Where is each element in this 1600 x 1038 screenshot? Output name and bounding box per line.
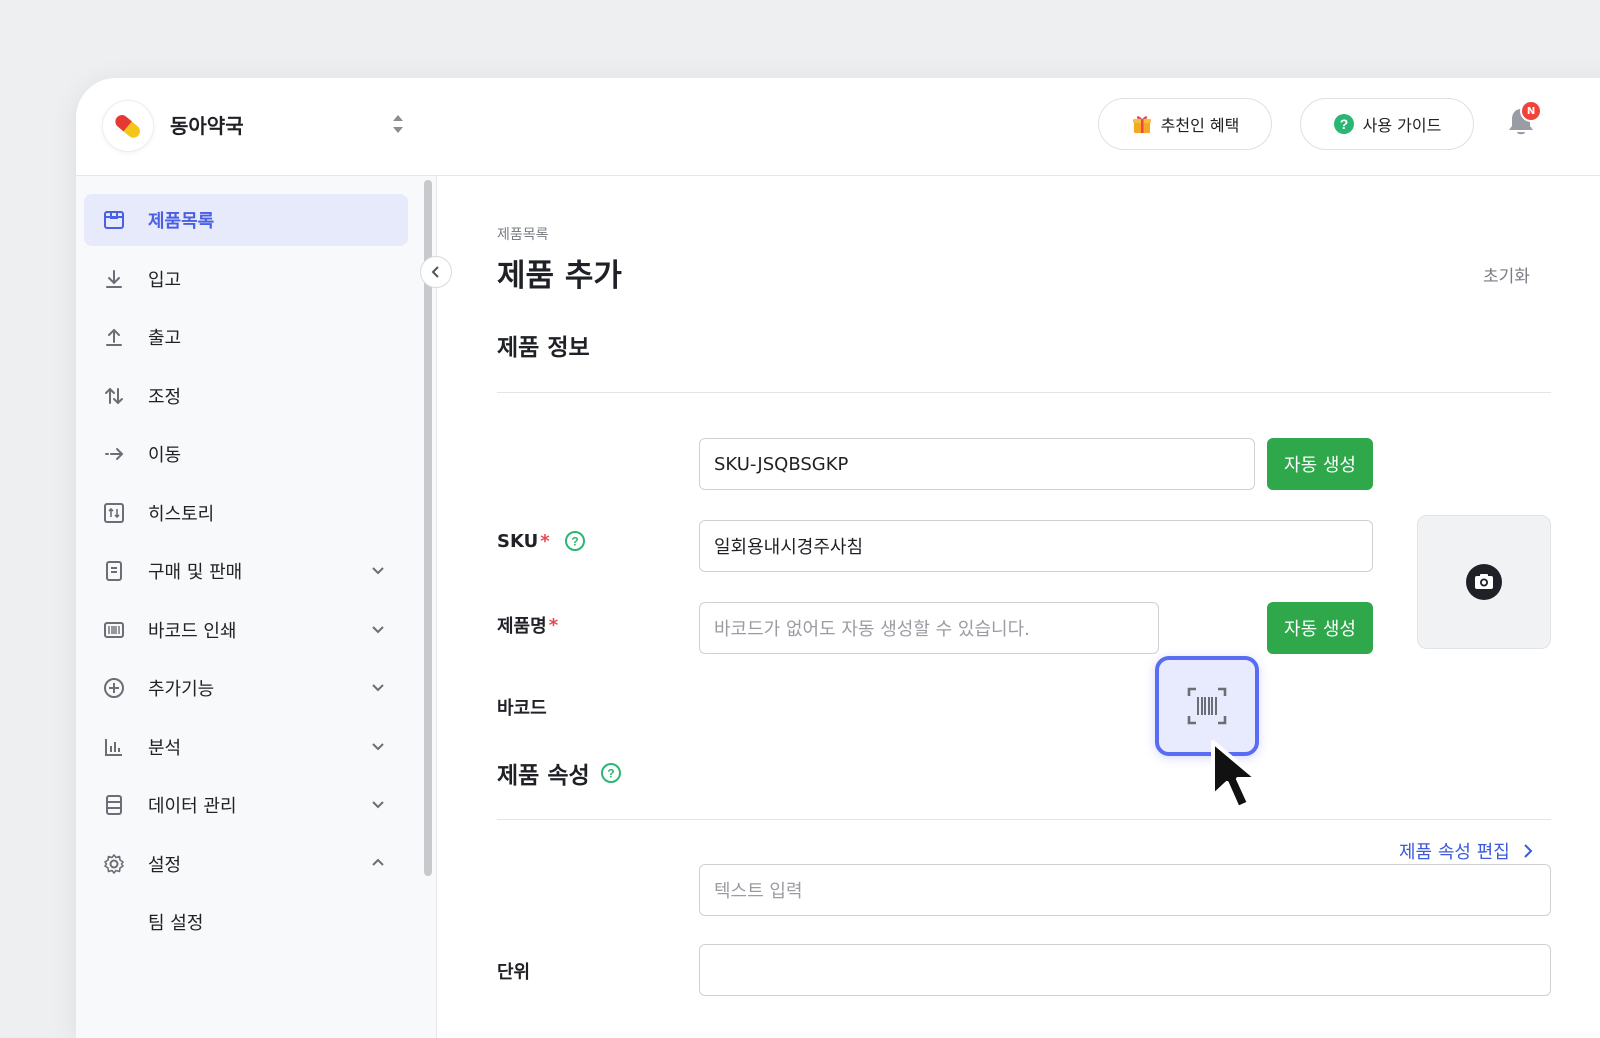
sidebar-item-settings[interactable]: 설정 xyxy=(84,838,408,890)
sidebar-item-transfer[interactable]: 이동 xyxy=(84,428,408,480)
company-logo xyxy=(102,100,154,152)
chevron-down-icon xyxy=(372,567,384,575)
barcode-input[interactable]: 바코드가 없어도 자동 생성할 수 있습니다. xyxy=(699,602,1159,654)
plus-circle-icon xyxy=(102,676,126,700)
swap-vertical-icon xyxy=(102,384,126,408)
workspace-switch-icon[interactable] xyxy=(390,112,406,136)
section-title-text: 제품 속성 xyxy=(497,763,590,789)
help-icon[interactable]: ? xyxy=(600,762,622,784)
sku-auto-generate-button[interactable]: 자동 생성 xyxy=(1267,438,1373,490)
sidebar-item-label: 설정 xyxy=(148,854,182,876)
unit-label: 단위 xyxy=(497,958,530,984)
sidebar-item-label: 추가기능 xyxy=(148,679,215,700)
barcode-label: 바코드 xyxy=(497,694,547,720)
user-guide-label: 사용 가이드 xyxy=(1362,116,1442,135)
sidebar: 제품목록 입고 출고 조정 이동 히스토리 구매 및 판매 바코드 인쇄 추가기… xyxy=(76,176,437,1038)
sku-input[interactable]: SKU-JSQBSGKP xyxy=(699,438,1255,490)
referral-benefit-label: 추천인 혜택 xyxy=(1160,116,1240,135)
sidebar-item-analytics[interactable]: 분석 xyxy=(84,721,408,773)
history-icon xyxy=(102,501,126,525)
chevron-down-icon xyxy=(372,625,384,633)
sidebar-item-inbound[interactable]: 입고 xyxy=(84,253,408,305)
sidebar-item-purchase-sales[interactable]: 구매 및 판매 xyxy=(84,545,408,597)
unit-input[interactable]: 텍스트 입력 xyxy=(699,864,1551,916)
barcode-icon xyxy=(102,618,126,642)
chevron-up-icon xyxy=(372,858,384,866)
sidebar-item-history[interactable]: 히스토리 xyxy=(84,487,408,539)
section-title-text: 제품 정보 xyxy=(497,335,590,361)
sku-label-text: SKU xyxy=(497,530,539,552)
sidebar-item-label: 조정 xyxy=(148,386,182,408)
breadcrumb[interactable]: 제품목록 xyxy=(497,224,549,244)
barcode-scan-icon xyxy=(1187,687,1227,725)
svg-text:?: ? xyxy=(1339,116,1348,132)
gift-icon xyxy=(1132,116,1151,133)
product-name-input[interactable]: 일회용내시경주사침 xyxy=(699,520,1373,572)
notification-badge: N xyxy=(1520,100,1542,122)
edit-attributes-link[interactable]: 제품 속성 편집 xyxy=(1399,838,1534,864)
reset-button[interactable]: 초기화 xyxy=(1483,262,1530,287)
document-icon xyxy=(102,559,126,583)
required-mark: * xyxy=(540,530,550,552)
box-icon xyxy=(102,208,126,232)
sidebar-item-label: 제품목록 xyxy=(148,211,215,232)
sidebar-item-label: 출고 xyxy=(148,328,182,349)
required-mark: * xyxy=(548,614,559,636)
chevron-down-icon xyxy=(372,742,384,750)
main-content: 제품목록 제품 추가 초기화 제품 정보 SKU * ? SKU-JSQBSGKP… xyxy=(437,176,1600,1038)
sidebar-item-products[interactable]: 제품목록 xyxy=(84,194,408,246)
top-header: 동아약국 추천인 혜택 ? 사용 가이드 N xyxy=(76,78,1600,176)
pill-logo-icon xyxy=(115,115,140,138)
svg-text:?: ? xyxy=(607,767,614,781)
referral-benefit-button[interactable]: 추천인 혜택 xyxy=(1098,98,1272,150)
product-name-label: 제품명 * xyxy=(497,612,558,638)
arrow-right-icon xyxy=(102,442,126,466)
app-window: 동아약국 추천인 혜택 ? 사용 가이드 N 제품목록 입고 출고 조정 이동 … xyxy=(76,78,1600,1038)
product-name-label-text: 제품명 xyxy=(497,616,547,637)
unit-label-text: 단위 xyxy=(497,962,531,983)
edit-attributes-label: 제품 속성 편집 xyxy=(1399,842,1510,863)
sidebar-collapse-button[interactable] xyxy=(420,256,452,288)
sidebar-item-outbound[interactable]: 출고 xyxy=(84,311,408,363)
sidebar-item-label: 구매 및 판매 xyxy=(148,562,243,583)
bar-chart-icon xyxy=(102,735,126,759)
sidebar-item-label: 분석 xyxy=(148,737,182,759)
camera-icon xyxy=(1466,564,1502,600)
arrow-down-icon xyxy=(102,267,126,291)
database-icon xyxy=(102,793,126,817)
chevron-down-icon xyxy=(372,801,384,809)
barcode-auto-generate-button[interactable]: 자동 생성 xyxy=(1267,602,1373,654)
help-circle-icon: ? xyxy=(1333,114,1354,134)
next-attribute-input[interactable] xyxy=(699,944,1551,996)
attributes-section-title: 제품 속성 ? xyxy=(497,756,622,790)
sidebar-item-adjust[interactable]: 조정 xyxy=(84,370,408,422)
section-divider xyxy=(497,819,1551,820)
sidebar-item-label: 히스토리 xyxy=(148,503,215,525)
sidebar-item-label: 입고 xyxy=(148,269,182,291)
svg-text:?: ? xyxy=(571,535,578,549)
arrow-up-icon xyxy=(102,325,126,349)
chevron-left-icon xyxy=(431,266,439,278)
company-name: 동아약국 xyxy=(170,114,244,138)
mouse-cursor-icon xyxy=(1211,740,1259,810)
sidebar-nav: 제품목록 입고 출고 조정 이동 히스토리 구매 및 판매 바코드 인쇄 추가기… xyxy=(84,194,408,948)
chevron-down-icon xyxy=(372,684,384,692)
sidebar-item-barcode-print[interactable]: 바코드 인쇄 xyxy=(84,604,408,656)
help-icon[interactable]: ? xyxy=(564,530,586,552)
sku-label: SKU * ? xyxy=(497,530,586,552)
sidebar-item-label: 이동 xyxy=(148,445,182,466)
sidebar-item-add-ons[interactable]: 추가기능 xyxy=(84,662,408,714)
sidebar-item-label: 데이터 관리 xyxy=(148,796,237,817)
product-photo-upload[interactable] xyxy=(1417,515,1551,649)
sidebar-subitem-team-settings[interactable]: 팀 설정 xyxy=(84,896,408,948)
sidebar-item-data-management[interactable]: 데이터 관리 xyxy=(84,779,408,831)
product-info-section-title: 제품 정보 xyxy=(497,328,590,362)
section-divider xyxy=(497,392,1551,393)
barcode-label-text: 바코드 xyxy=(497,698,547,719)
chevron-right-icon xyxy=(1524,844,1533,858)
sidebar-item-label: 바코드 인쇄 xyxy=(148,620,237,642)
gear-icon xyxy=(102,852,126,876)
user-guide-button[interactable]: ? 사용 가이드 xyxy=(1300,98,1474,150)
page-title: 제품 추가 xyxy=(497,258,622,294)
